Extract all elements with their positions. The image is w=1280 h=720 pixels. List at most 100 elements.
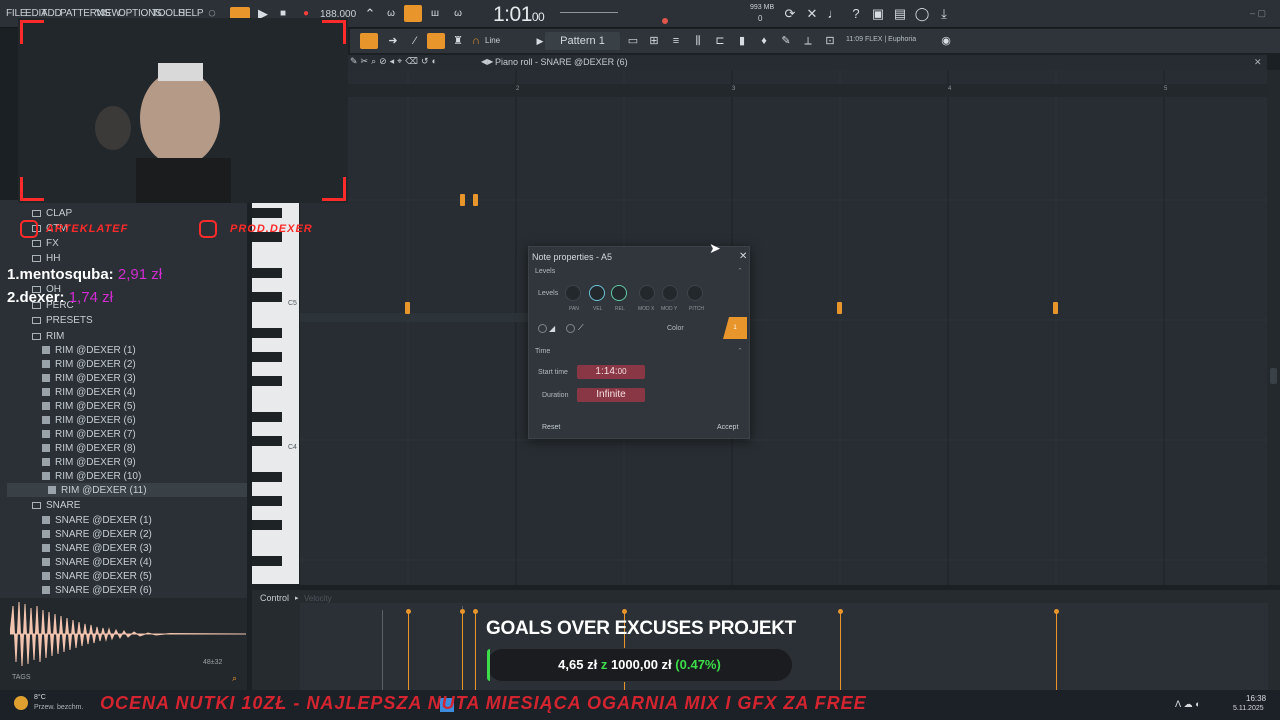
tray-icons[interactable]: ᐱ ☁ ◐ [1175,699,1201,710]
reset-button[interactable]: Reset [542,424,560,431]
mod-y-knob[interactable] [662,285,678,301]
velocity-bar[interactable] [475,612,476,690]
note[interactable] [837,302,842,314]
cpu-icon[interactable]: ⟳ [782,6,798,22]
slide-toggle[interactable] [538,324,547,333]
pattern-selector[interactable]: Pattern 1 [545,32,620,50]
globe-icon[interactable]: ◉ [938,33,954,49]
main-volume-slider[interactable] [560,12,618,13]
search-icon[interactable]: ⌕ [232,673,237,684]
black-key[interactable] [252,376,282,386]
velocity-handle[interactable] [622,609,627,614]
waveform-display[interactable] [10,600,246,668]
blend-icon[interactable]: ш [427,6,443,22]
link-toggle[interactable] [427,33,445,49]
save-icon[interactable]: ▣ [870,6,886,22]
control-dropdown-icon[interactable]: ▸ [295,594,299,602]
piano-roll-icon[interactable]: ⊞ [646,33,662,49]
release-knob[interactable] [611,285,627,301]
arrow-right-icon[interactable]: ➜ [385,33,401,49]
accept-button[interactable]: Accept [717,424,738,431]
piano-roll-tools[interactable]: ✎✂⌕⊘◂⌖⌫↺◐ [350,56,440,67]
playlist-icon[interactable] [360,33,378,49]
velocity-knob[interactable] [589,285,605,301]
note[interactable] [473,194,478,206]
countdown-toggle[interactable] [404,5,422,22]
mixer-icon[interactable]: ▤ [892,6,908,22]
piano-roll-grid[interactable] [300,70,1267,585]
black-key[interactable] [252,436,282,446]
velocity-handle[interactable] [473,609,478,614]
snap-select[interactable]: Line [485,36,500,45]
file-item[interactable]: RIM @DEXER (3) [42,373,136,384]
loop-record-icon[interactable]: ω [450,6,466,22]
note[interactable] [1053,302,1058,314]
folder-hh[interactable]: HH [32,253,60,264]
chat-icon[interactable]: ◯ [914,6,930,22]
weather-temp[interactable]: 8°C [34,694,46,701]
mixer-view-icon[interactable]: ⫼ [690,33,706,49]
black-key[interactable] [252,352,282,362]
channel-rack-icon[interactable]: ⊏ [712,33,728,49]
cart-icon[interactable]: ⊡ [822,33,838,49]
black-key[interactable] [252,556,282,566]
file-item[interactable]: RIM @DEXER (9) [42,457,136,468]
black-key[interactable] [252,412,282,422]
control-label[interactable]: Control [260,593,289,603]
help-icon[interactable]: ? [848,6,864,22]
plugin-icon[interactable]: ♦ [756,33,772,49]
file-item[interactable]: SNARE @DEXER (1) [42,515,152,526]
time-ruler[interactable]: 2 3 4 5 [348,84,1267,97]
window-controls[interactable]: – ▢ [1250,8,1266,19]
clock-date[interactable]: 5.11.2025 [1233,705,1264,712]
duration-field[interactable]: Infinite [577,388,645,402]
file-item[interactable]: RIM @DEXER (4) [42,387,136,398]
vertical-scrollbar[interactable] [1267,70,1280,585]
file-item[interactable]: RIM @DEXER (8) [42,443,136,454]
browser-icon[interactable]: ▮ [734,33,750,49]
collapse-icon[interactable]: ⌃ [737,347,743,355]
download-icon[interactable]: ⤓ [936,6,952,22]
velocity-bar[interactable] [462,612,463,690]
black-key[interactable] [252,520,282,530]
folder-presets[interactable]: PRESETS [32,315,93,326]
velocity-handle[interactable] [1054,609,1059,614]
scroll-thumb[interactable] [1270,368,1277,384]
close-icon[interactable]: ✕ [739,251,747,262]
tools-icon[interactable]: ✕ [804,6,820,22]
file-item[interactable]: SNARE @DEXER (5) [42,571,152,582]
file-item[interactable]: RIM @DEXER (1) [42,345,136,356]
black-key[interactable] [252,268,282,278]
file-item[interactable]: SNARE @DEXER (6) [42,585,152,596]
pitch-knob[interactable] [687,285,703,301]
file-item[interactable]: SNARE @DEXER (2) [42,529,152,540]
velocity-bar[interactable] [840,612,841,690]
brush-icon[interactable]: ⁄ [407,33,423,49]
black-key[interactable] [252,472,282,482]
wait-icon[interactable]: ω [383,6,399,22]
collapse-icon[interactable]: ⌃ [737,267,743,275]
file-item[interactable]: RIM @DEXER (5) [42,401,136,412]
weather-icon[interactable] [14,696,28,710]
metronome-icon[interactable]: ⌃ [362,6,378,22]
pen-icon[interactable]: ✎ [778,33,794,49]
black-key[interactable] [252,292,282,302]
color-selector[interactable]: 1 [723,317,747,339]
folder-snare[interactable]: SNARE [32,500,80,511]
file-item[interactable]: RIM @DEXER (2) [42,359,136,370]
file-item[interactable]: RIM @DEXER (7) [42,429,136,440]
velocity-bar[interactable] [408,612,409,690]
step-seq-icon[interactable]: ▭ [625,33,641,49]
file-item[interactable]: SNARE @DEXER (4) [42,557,152,568]
magnet-icon[interactable]: ∩ [468,33,484,49]
start-time-field[interactable]: 1:14:00 [577,365,645,379]
file-item[interactable]: RIM @DEXER (10) [42,471,141,482]
mod-x-knob[interactable] [639,285,655,301]
note[interactable] [460,194,465,206]
piano-roll-arrow-icon[interactable]: ◀▶ [481,57,493,66]
velocity-handle[interactable] [838,609,843,614]
stamp-icon[interactable]: ♜ [450,33,466,49]
black-key[interactable] [252,496,282,506]
black-key[interactable] [252,208,282,218]
folder-rim[interactable]: RIM [32,331,64,342]
